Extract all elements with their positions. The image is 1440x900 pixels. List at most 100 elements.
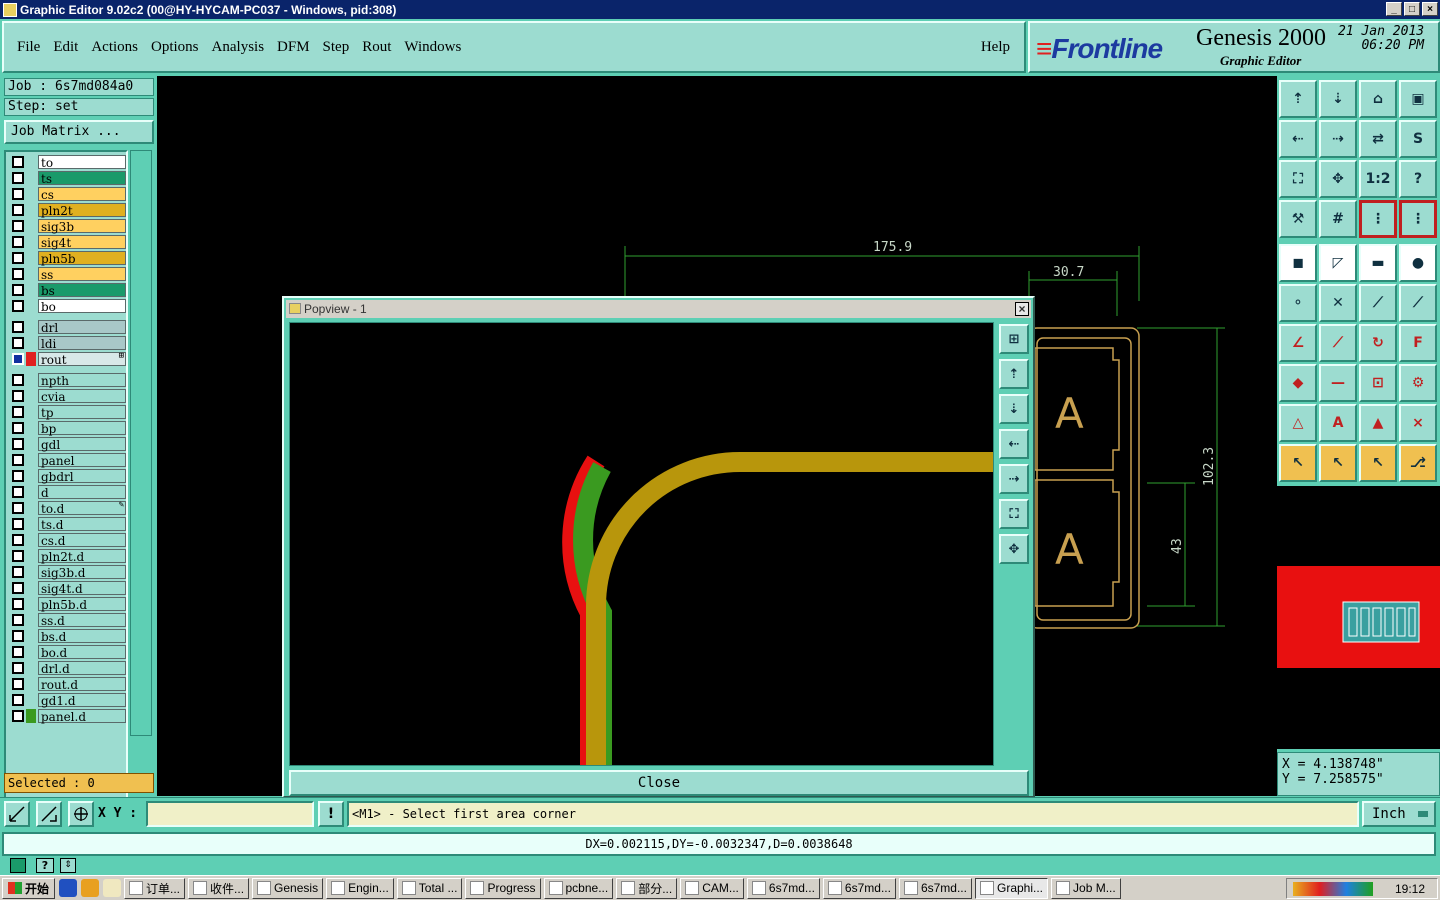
zoom-page-down-icon[interactable]: ⇣ bbox=[1319, 80, 1357, 118]
genesis-s-icon[interactable] bbox=[10, 858, 26, 873]
menu-windows[interactable]: Windows bbox=[404, 39, 461, 56]
layer-checkbox[interactable] bbox=[12, 709, 24, 722]
layer-checkbox[interactable] bbox=[12, 421, 24, 434]
fit-in-icon[interactable]: ⛶ bbox=[999, 499, 1029, 529]
snap-icon[interactable] bbox=[4, 801, 30, 827]
layer-name[interactable]: sig4t.d bbox=[38, 580, 126, 596]
layer-name[interactable]: cs.d bbox=[38, 532, 126, 548]
line-red-end-icon[interactable]: ⟋ bbox=[1359, 284, 1397, 322]
menu-edit[interactable]: Edit bbox=[53, 39, 78, 56]
route-s-icon[interactable]: S bbox=[1399, 120, 1437, 158]
taskbar-item[interactable]: CAM... bbox=[680, 877, 744, 899]
layer-checkbox[interactable] bbox=[12, 453, 24, 466]
layer-row-bo[interactable]: bo bbox=[10, 298, 126, 314]
home-icon[interactable]: ⌂ bbox=[1359, 80, 1397, 118]
layer-row-npth[interactable]: npth bbox=[10, 372, 126, 388]
popview-canvas[interactable] bbox=[289, 322, 994, 766]
layer-name[interactable]: rout.d bbox=[38, 676, 126, 692]
taskbar-item[interactable]: Genesis bbox=[252, 877, 324, 899]
cluster-icon[interactable]: ⚙ bbox=[1399, 364, 1437, 402]
warning-icon[interactable]: ! bbox=[318, 801, 344, 827]
help-icon[interactable]: ? bbox=[1399, 160, 1437, 198]
layer-checkbox[interactable] bbox=[12, 336, 24, 349]
layer-row-rout[interactable]: rout ⊞ bbox=[10, 351, 126, 367]
layer-name[interactable]: pln5b bbox=[38, 250, 126, 266]
taskbar-item[interactable]: Graphi... bbox=[974, 877, 1049, 899]
taskbar-item[interactable]: Engin... bbox=[326, 877, 394, 899]
layer-row-pln5b[interactable]: pln5b bbox=[10, 250, 126, 266]
layer-checkbox[interactable] bbox=[12, 581, 24, 594]
layer-row-bs-d[interactable]: bs.d bbox=[10, 628, 126, 644]
layer-row-sig4t[interactable]: sig4t bbox=[10, 234, 126, 250]
layer-checkbox[interactable] bbox=[12, 597, 24, 610]
pan-right-icon[interactable]: ⇢ bbox=[1319, 120, 1357, 158]
connect-blue-icon[interactable]: ⚬ bbox=[1279, 284, 1317, 322]
layer-checkbox[interactable] bbox=[12, 219, 24, 232]
scale-1-2-icon[interactable]: 1:2 bbox=[1359, 160, 1397, 198]
pan-left-icon[interactable]: ⇠ bbox=[1279, 120, 1317, 158]
layer-name[interactable]: sig4t bbox=[38, 234, 126, 250]
layer-row-gd1-d[interactable]: gd1.d bbox=[10, 692, 126, 708]
layer-row-pln5b-d[interactable]: pln5b.d bbox=[10, 596, 126, 612]
layer-checkbox[interactable] bbox=[12, 693, 24, 706]
layer-checkbox[interactable] bbox=[12, 549, 24, 562]
layer-checkbox[interactable] bbox=[12, 251, 24, 264]
layer-row-d[interactable]: d bbox=[10, 484, 126, 500]
angle-red-icon[interactable]: ∠ bbox=[1279, 324, 1317, 362]
taskbar-item[interactable]: Job M... bbox=[1051, 877, 1121, 899]
measure-icon[interactable] bbox=[36, 801, 62, 827]
frame-icon[interactable]: ⊡ bbox=[1359, 364, 1397, 402]
line-blue-end-icon[interactable]: ⟋ bbox=[1399, 284, 1437, 322]
pointer-box-icon[interactable]: ↖ bbox=[1319, 444, 1357, 482]
layer-name[interactable]: gd1.d bbox=[38, 692, 126, 708]
layer-row-gbdrl[interactable]: gbdrl bbox=[10, 468, 126, 484]
triangle-icon[interactable]: △ bbox=[1279, 404, 1317, 442]
layer-name[interactable]: ts.d bbox=[38, 516, 126, 532]
clock-icon[interactable] bbox=[81, 879, 100, 897]
layer-row-ts[interactable]: ts bbox=[10, 170, 126, 186]
layer-name[interactable]: drl.d bbox=[38, 660, 126, 676]
zoom-page-up-icon[interactable]: ⇡ bbox=[1279, 80, 1317, 118]
page-up-icon[interactable]: ⊞ bbox=[999, 324, 1029, 354]
maximize-button[interactable]: □ bbox=[1404, 2, 1420, 16]
split-view-icon[interactable]: ▣ bbox=[1399, 80, 1437, 118]
taskbar-item[interactable]: Total ... bbox=[396, 877, 463, 899]
minimize-button[interactable]: _ bbox=[1386, 2, 1402, 16]
layer-checkbox[interactable] bbox=[12, 267, 24, 280]
popview-close-icon[interactable]: × bbox=[1015, 302, 1029, 316]
layer-name[interactable]: pln5b.d bbox=[38, 596, 126, 612]
layer-name[interactable]: bp bbox=[38, 420, 126, 436]
layer-checkbox[interactable] bbox=[12, 677, 24, 690]
taskbar-item[interactable]: 收件... bbox=[188, 877, 250, 899]
layer-name[interactable]: pln2t bbox=[38, 202, 126, 218]
overview-preview[interactable] bbox=[1277, 486, 1440, 749]
triangle-filled-icon[interactable]: ▲ bbox=[1359, 404, 1397, 442]
layer-row-cvia[interactable]: cvia bbox=[10, 388, 126, 404]
cross-node-icon[interactable]: ✕ bbox=[1319, 284, 1357, 322]
layer-row-gdl[interactable]: gdl bbox=[10, 436, 126, 452]
menu-analysis[interactable]: Analysis bbox=[212, 39, 265, 56]
layer-checkbox[interactable] bbox=[12, 469, 24, 482]
page-down-icon[interactable]: ⇣ bbox=[999, 394, 1029, 424]
layer-name[interactable]: d bbox=[38, 484, 126, 500]
layer-checkbox[interactable] bbox=[12, 171, 24, 184]
layer-row-rout-d[interactable]: rout.d bbox=[10, 676, 126, 692]
swap-icon[interactable]: ⇄ bbox=[1359, 120, 1397, 158]
layer-row-cs-d[interactable]: cs.d bbox=[10, 532, 126, 548]
layer-name[interactable]: npth bbox=[38, 372, 126, 388]
menu-dfm[interactable]: DFM bbox=[277, 39, 310, 56]
layer-name[interactable]: ss.d bbox=[38, 612, 126, 628]
layer-checkbox[interactable] bbox=[12, 352, 24, 365]
popview-titlebar[interactable]: Popview - 1 × bbox=[286, 300, 1031, 318]
layer-row-sig3b[interactable]: sig3b bbox=[10, 218, 126, 234]
layer-row-bp[interactable]: bp bbox=[10, 420, 126, 436]
feature-red-icon[interactable]: ◆ bbox=[1279, 364, 1317, 402]
pan-left-icon[interactable]: ⇠ bbox=[999, 429, 1029, 459]
layer-name[interactable]: bs.d bbox=[38, 628, 126, 644]
grid-snap-icon[interactable] bbox=[68, 801, 94, 827]
layer-row-bs[interactable]: bs bbox=[10, 282, 126, 298]
pointer-alt-icon[interactable]: ↖ bbox=[1359, 444, 1397, 482]
layer-name[interactable]: to bbox=[38, 154, 126, 170]
menu-file[interactable]: File bbox=[17, 39, 40, 56]
layer-checkbox[interactable] bbox=[12, 155, 24, 168]
